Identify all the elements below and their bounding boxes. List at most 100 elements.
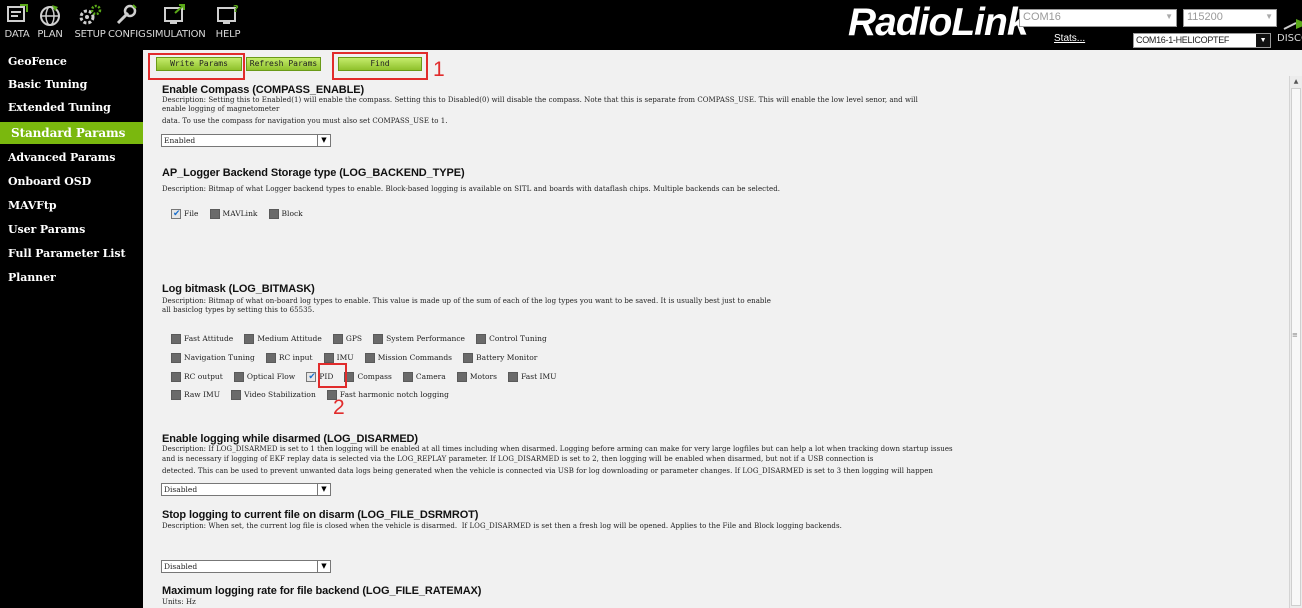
- vertical-scrollbar[interactable]: ▲ ≡: [1289, 76, 1302, 608]
- chevron-down-icon: ▼: [1265, 12, 1273, 21]
- checkbox-label: MAVLink: [222, 209, 258, 218]
- chevron-down-icon: ▼: [317, 484, 330, 495]
- checkbox-optical-flow[interactable]: Optical Flow: [233, 372, 296, 384]
- annotation-box-write: [148, 53, 245, 80]
- checkbox-fast-imu[interactable]: Fast IMU: [508, 372, 556, 384]
- checkbox-label: Optical Flow: [246, 372, 296, 381]
- checkbox-gps[interactable]: GPS: [332, 334, 362, 346]
- setup-tab-label: SETUP: [74, 29, 106, 40]
- log-file-dsrmrot-select[interactable]: Disabled ▼: [161, 560, 331, 573]
- sidebar-item-extended-tuning[interactable]: Extended Tuning: [8, 101, 111, 114]
- checkbox-box: [171, 353, 181, 363]
- plan-tab-label: PLAN: [37, 29, 63, 40]
- annotation-box-pid: [318, 363, 347, 388]
- param-desc-line: Description: Bitmap of what Logger backe…: [162, 185, 780, 193]
- checkbox-box: [209, 209, 220, 219]
- data-tab[interactable]: DATA: [0, 3, 34, 47]
- annotation-box-find: [332, 52, 428, 80]
- checkbox-raw-imu[interactable]: Raw IMU: [171, 390, 220, 402]
- sidebar-item-geofence[interactable]: GeoFence: [8, 55, 67, 68]
- setup-tab[interactable]: SETUP: [69, 3, 111, 47]
- bitmask-row-2: Navigation Tuning RC input IMU Mission C…: [171, 353, 543, 365]
- sidebar-item-planner[interactable]: Planner: [8, 271, 56, 284]
- disconnect-label: DISCONNECT: [1277, 33, 1302, 44]
- param-desc-line: Units: Hz: [162, 598, 196, 606]
- param-title-log-bitmask: Log bitmask (LOG_BITMASK): [162, 283, 315, 295]
- sidebar-item-basic-tuning[interactable]: Basic Tuning: [8, 78, 87, 91]
- param-title-compass-enable: Enable Compass (COMPASS_ENABLE): [162, 84, 365, 96]
- compass-enable-select[interactable]: Enabled ▼: [161, 134, 331, 147]
- checkbox-mavlink[interactable]: MAVLink: [209, 209, 258, 221]
- param-desc-line: all basiclog types by setting this to 65…: [162, 306, 315, 314]
- sidebar-item-full-parameter-list[interactable]: Full Parameter List: [8, 247, 126, 260]
- com-port-select[interactable]: COM16 ▼: [1019, 9, 1177, 27]
- refresh-params-button[interactable]: Refresh Params: [246, 57, 321, 71]
- checkbox-label: Fast IMU: [521, 372, 557, 381]
- sidebar-item-mavftp[interactable]: MAVFtp: [8, 199, 57, 212]
- sidebar-item-standard-params[interactable]: Standard Params: [0, 122, 143, 144]
- scroll-up-icon[interactable]: ▲: [1290, 76, 1302, 88]
- vehicle-value: COM16-1-HELICOPTEF: [1136, 35, 1230, 45]
- help-tab[interactable]: ? HELP: [208, 3, 248, 47]
- param-desc-line: Description: If LOG_DISARMED is set to 1…: [162, 445, 953, 453]
- log-disarmed-select[interactable]: Disabled ▼: [161, 483, 331, 496]
- checkbox-system-performance[interactable]: System Performance: [373, 334, 465, 346]
- gears-icon: [79, 4, 102, 25]
- checkbox-box: [231, 390, 242, 400]
- checkbox-box: [332, 334, 343, 344]
- checkbox-file[interactable]: File: [171, 208, 198, 221]
- data-icon: [7, 4, 28, 22]
- checkbox-compass[interactable]: Compass: [344, 372, 392, 384]
- stats-link[interactable]: Stats...: [1054, 33, 1085, 44]
- checkbox-box: [476, 334, 487, 344]
- baud-rate-select[interactable]: 115200 ▼: [1183, 9, 1277, 27]
- checkbox-camera[interactable]: Camera: [402, 372, 446, 384]
- bitmask-row-3: RC output Optical Flow PID Compass Camer…: [171, 371, 562, 384]
- help-tab-label: HELP: [215, 29, 241, 40]
- checkbox-fast-harmonic-notch[interactable]: Fast harmonic notch logging: [326, 390, 449, 402]
- config-tab-label: CONFIG: [108, 29, 146, 40]
- param-title-log-backend-type: AP_Logger Backend Storage type (LOG_BACK…: [162, 167, 465, 179]
- checkbox-label: Medium Attitude: [257, 334, 322, 343]
- log-file-dsrmrot-value: Disabled: [164, 562, 198, 571]
- checkbox-box: [323, 353, 334, 363]
- checkbox-video-stabilization[interactable]: Video Stabilization: [231, 390, 316, 402]
- svg-text:?: ?: [233, 4, 239, 15]
- sidebar-item-user-params[interactable]: User Params: [8, 223, 85, 236]
- config-sidebar: GeoFence Basic Tuning Extended Tuning St…: [0, 50, 143, 608]
- param-title-log-disarmed: Enable logging while disarmed (LOG_DISAR…: [162, 433, 418, 445]
- compass-enable-value: Enabled: [164, 136, 196, 145]
- checkbox-label: Fast Attitude: [184, 334, 234, 343]
- checkbox-label: Mission Commands: [377, 353, 453, 362]
- chevron-down-icon: ▼: [1256, 34, 1270, 47]
- config-tab[interactable]: CONFIG: [108, 3, 146, 47]
- backend-type-checkboxes: File MAVLink Block: [171, 208, 309, 221]
- checkbox-label: System Performance: [386, 334, 465, 343]
- simulation-tab-label: SIMULATION: [146, 29, 206, 40]
- sidebar-item-advanced-params[interactable]: Advanced Params: [8, 151, 115, 164]
- checkbox-control-tuning[interactable]: Control Tuning: [476, 334, 547, 346]
- checkbox-motors[interactable]: Motors: [456, 372, 497, 384]
- chevron-down-icon: ▼: [317, 135, 330, 146]
- disconnect-button[interactable]: DISCONNECT: [1277, 17, 1302, 44]
- simulation-tab[interactable]: SIMULATION: [146, 3, 206, 47]
- checkbox-rc-input[interactable]: RC input: [265, 353, 313, 365]
- checkbox-rc-output[interactable]: RC output: [171, 372, 223, 384]
- checkbox-medium-attitude[interactable]: Medium Attitude: [244, 334, 322, 346]
- scrollbar-thumb[interactable]: [1291, 88, 1301, 606]
- vehicle-select[interactable]: COM16-1-HELICOPTEF ▼: [1133, 33, 1271, 48]
- checkbox-checked-icon: [306, 371, 317, 383]
- checkbox-battery-monitor[interactable]: Battery Monitor: [463, 353, 537, 365]
- checkbox-navigation-tuning[interactable]: Navigation Tuning: [171, 353, 255, 365]
- checkbox-label: IMU: [336, 353, 354, 362]
- checkbox-mission-commands[interactable]: Mission Commands: [364, 353, 453, 365]
- baud-rate-value: 115200: [1187, 11, 1223, 23]
- checkbox-box: [463, 353, 474, 363]
- checkbox-fast-attitude[interactable]: Fast Attitude: [171, 334, 233, 346]
- sidebar-item-onboard-osd[interactable]: Onboard OSD: [8, 175, 91, 188]
- checkbox-block[interactable]: Block: [268, 209, 303, 221]
- checkbox-box: [402, 372, 413, 382]
- wrench-icon: [116, 4, 137, 25]
- checkbox-box: [233, 372, 244, 382]
- plan-tab[interactable]: PLAN: [33, 3, 67, 47]
